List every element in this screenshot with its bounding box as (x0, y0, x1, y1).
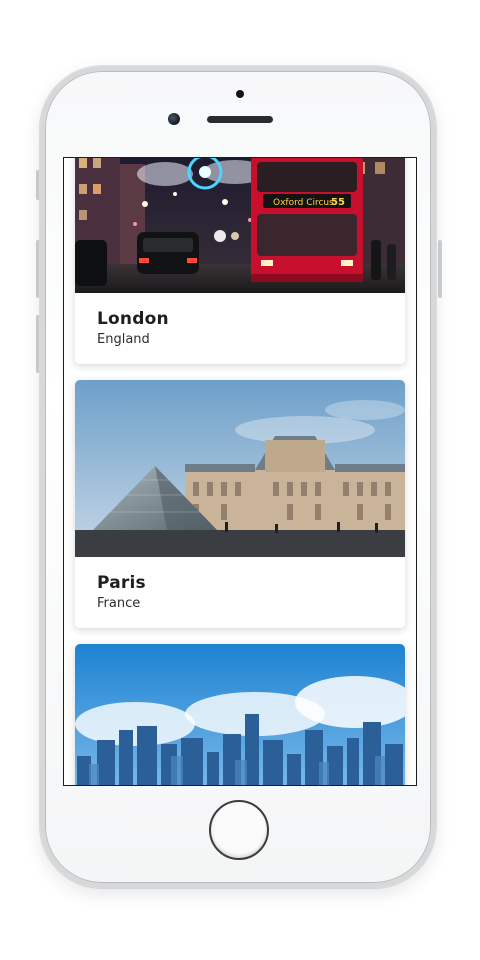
destination-card-london[interactable]: Oxford Circus 55 London England (75, 158, 405, 364)
bus-route-number: 55 (331, 197, 345, 208)
earpiece-speaker (207, 116, 273, 123)
card-country-name: France (97, 596, 141, 611)
city-skyline-photo (75, 644, 405, 785)
paris-louvre-photo (75, 380, 405, 557)
app-screen[interactable]: Oxford Circus 55 London England Paris Fr… (63, 157, 417, 786)
power-button (438, 240, 442, 298)
destination-card-skyline[interactable] (75, 644, 405, 785)
home-button[interactable] (209, 800, 269, 860)
bus-destination-sign: Oxford Circus (273, 198, 334, 208)
card-city-name: Paris (97, 573, 146, 593)
london-street-photo: Oxford Circus 55 (75, 158, 405, 293)
card-country-name: England (97, 332, 150, 347)
front-camera-icon (168, 113, 180, 125)
proximity-sensor (236, 90, 244, 98)
destination-card-paris[interactable]: Paris France (75, 380, 405, 628)
device-stage: Oxford Circus 55 London England Paris Fr… (0, 0, 480, 960)
card-city-name: London (97, 309, 169, 329)
